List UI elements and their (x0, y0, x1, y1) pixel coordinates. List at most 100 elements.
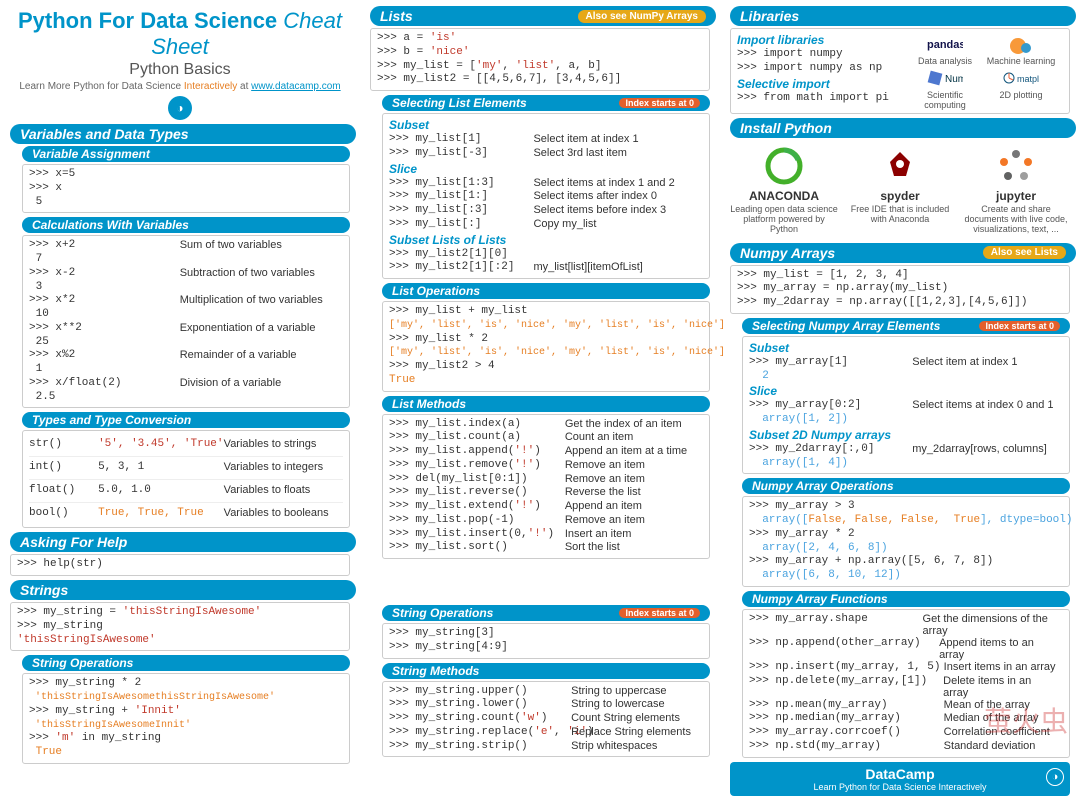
desc-line: Insert an item (565, 528, 636, 542)
desc-calc: Sum of two variables (180, 239, 286, 267)
section-variables: Variables and Data Types (10, 124, 356, 144)
desc-line: Select items after index 0 (533, 190, 661, 204)
pill-index-0-a: Index starts at 0 (619, 98, 700, 108)
box-libraries: Import libraries >>> import numpy >>> im… (730, 28, 1070, 114)
code-calc: >>> x/float(2) 2.5 (29, 377, 180, 405)
code-line: >>> my_list.insert(0,'!') (389, 528, 565, 542)
learn-text-b: Interactively (184, 81, 237, 92)
code-calc: >>> x**2 25 (29, 322, 180, 350)
box-strings: >>> my_string = 'thisStringIsAwesome' >>… (10, 602, 350, 651)
desc-line: Append an item at a time (565, 445, 691, 459)
code-line: >>> my_list.count(a) (389, 431, 565, 445)
datacamp-icon: ◑ (168, 96, 192, 120)
section-numpy: Numpy Arrays Also see Lists (730, 243, 1076, 263)
section-strings: Strings (10, 580, 356, 600)
subsection-np-fn: Numpy Array Functions (742, 591, 1070, 607)
desc-line (533, 248, 537, 262)
svg-text:pandas: pandas (927, 39, 963, 51)
subsection-string-ops-1: String Operations (22, 655, 350, 671)
code-line: >>> np.insert(my_array, 1, 5) (749, 661, 944, 675)
desc-line: Append an item (565, 500, 646, 514)
code-line: >>> my_list[-3] (389, 147, 533, 161)
code-line: >>> my_string.replace('e', 'i') (389, 726, 571, 740)
desc-calc: Division of a variable (180, 377, 286, 405)
box-help: >>> help(str) (10, 554, 350, 576)
code-type-ex: '5', '3.45', 'True' (98, 438, 224, 452)
footer-datacamp: DataCamp Learn Python for Data Science I… (730, 762, 1070, 796)
box-list-methods: >>> my_list.index(a)Get the index of an … (382, 414, 710, 560)
svg-text:NumPy: NumPy (945, 74, 963, 85)
subsection-np-ops: Numpy Array Operations (742, 478, 1070, 494)
pill-index-0-c: Index starts at 0 (979, 321, 1060, 331)
code-line: >>> my_string.strip() (389, 740, 571, 754)
heading-slice: Slice (389, 162, 703, 176)
code-line: >>> my_list[1] (389, 133, 533, 147)
desc-line: Copy my_list (533, 218, 600, 232)
desc-line: Get the index of an item (565, 418, 686, 432)
code-type-ex: 5, 3, 1 (98, 461, 224, 475)
code-type-fn: str() (29, 438, 98, 452)
title-a: Python For Data Science (18, 8, 283, 33)
desc-line: Count an item (565, 431, 637, 445)
box-variable-assignment: >>> x=5 >>> x 5 (22, 164, 350, 213)
desc-type: Variables to booleans (224, 507, 329, 521)
code-line: >>> my_string.lower() (389, 698, 571, 712)
section-help: Asking For Help (10, 532, 356, 552)
pill-index-0-b: Index starts at 0 (619, 608, 700, 618)
code-calc: >>> x-2 3 (29, 267, 180, 295)
code-line: >>> my_array.corrcoef() (749, 726, 944, 740)
desc-line: Remove an item (565, 459, 649, 473)
desc-calc: Remainder of a variable (180, 349, 301, 377)
code-line: >>> my_list2[1][:2] (389, 261, 533, 275)
subsection-variable-assignment: Variable Assignment (22, 146, 350, 162)
datacamp-link[interactable]: www.datacamp.com (251, 81, 340, 92)
desc-line: Sort the list (565, 541, 624, 555)
desc-line: Append items to an array (939, 637, 1063, 661)
code-line: >>> my_list.sort() (389, 541, 565, 555)
desc-line: Get the dimensions of the array (923, 613, 1063, 637)
code-line: >>> my_string.upper() (389, 685, 571, 699)
lib-icon-matplotlib: matplotlib2D plotting (986, 68, 1056, 110)
section-install: Install Python (730, 118, 1076, 138)
code-type-fn: int() (29, 461, 98, 475)
subsection-types: Types and Type Conversion (22, 412, 350, 428)
code-type-ex: 5.0, 1.0 (98, 484, 224, 498)
code-line: >>> np.append(other_array) (749, 637, 939, 661)
footer-icon: ◑ (1046, 768, 1064, 786)
desc-line: String to uppercase (571, 685, 670, 699)
box-types: str()'5', '3.45', 'True'Variables to str… (22, 430, 350, 528)
desc-line: Select item at index 1 (533, 133, 642, 147)
box-calculations: >>> x+2 7Sum of two variables>>> x-2 3Su… (22, 235, 350, 408)
lib-icon-pandas: pandasData analysis (910, 34, 980, 66)
box-np-select: Subset >>> my_array[1]Select item at ind… (742, 336, 1070, 475)
box-selecting-list: Subset >>> my_list[1]Select item at inde… (382, 113, 710, 279)
subtitle: Python Basics (10, 61, 350, 79)
desc-type: Variables to floats (224, 484, 311, 498)
desc-line: Select items at index 1 and 2 (533, 177, 678, 191)
box-lists: >>> a = 'is' >>> b = 'nice' >>> my_list … (370, 28, 710, 91)
code-line: >>> my_list.reverse() (389, 486, 565, 500)
code-line: >>> my_list[:3] (389, 204, 533, 218)
code-help: >>> help(str) (17, 558, 343, 572)
desc-calc: Exponentiation of a variable (180, 322, 320, 350)
subsection-string-methods: String Methods (382, 663, 710, 679)
desc-line: Insert items in an array (944, 661, 1060, 675)
learn-text-c: at (237, 81, 251, 92)
cheatsheet-header: Python For Data Science Cheat Sheet Pyth… (4, 4, 356, 122)
subsection-list-ops: List Operations (382, 283, 710, 299)
desc-line: String to lowercase (571, 698, 669, 712)
desc-line: Strip whitespaces (571, 740, 661, 754)
code-line: >>> np.std(my_array) (749, 740, 944, 754)
code-calc: >>> x%2 1 (29, 349, 180, 377)
subsection-list-methods: List Methods (382, 396, 710, 412)
pill-numpy-arrays: Also see NumPy Arrays (578, 10, 706, 23)
code-type-fn: float() (29, 484, 98, 498)
section-lists: Lists Also see NumPy Arrays (370, 6, 716, 26)
code-line: >>> my_list.append('!') (389, 445, 565, 459)
desc-line: Reverse the list (565, 486, 645, 500)
desc-line: my_list[list][itemOfList] (533, 261, 646, 275)
install-spyder: spyderFree IDE that is included with Ana… (845, 146, 955, 235)
desc-line: Remove an item (565, 514, 649, 528)
svg-text:matplotlib: matplotlib (1017, 74, 1039, 84)
box-string-ops-2: >>> my_string[3] >>> my_string[4:9] (382, 623, 710, 659)
